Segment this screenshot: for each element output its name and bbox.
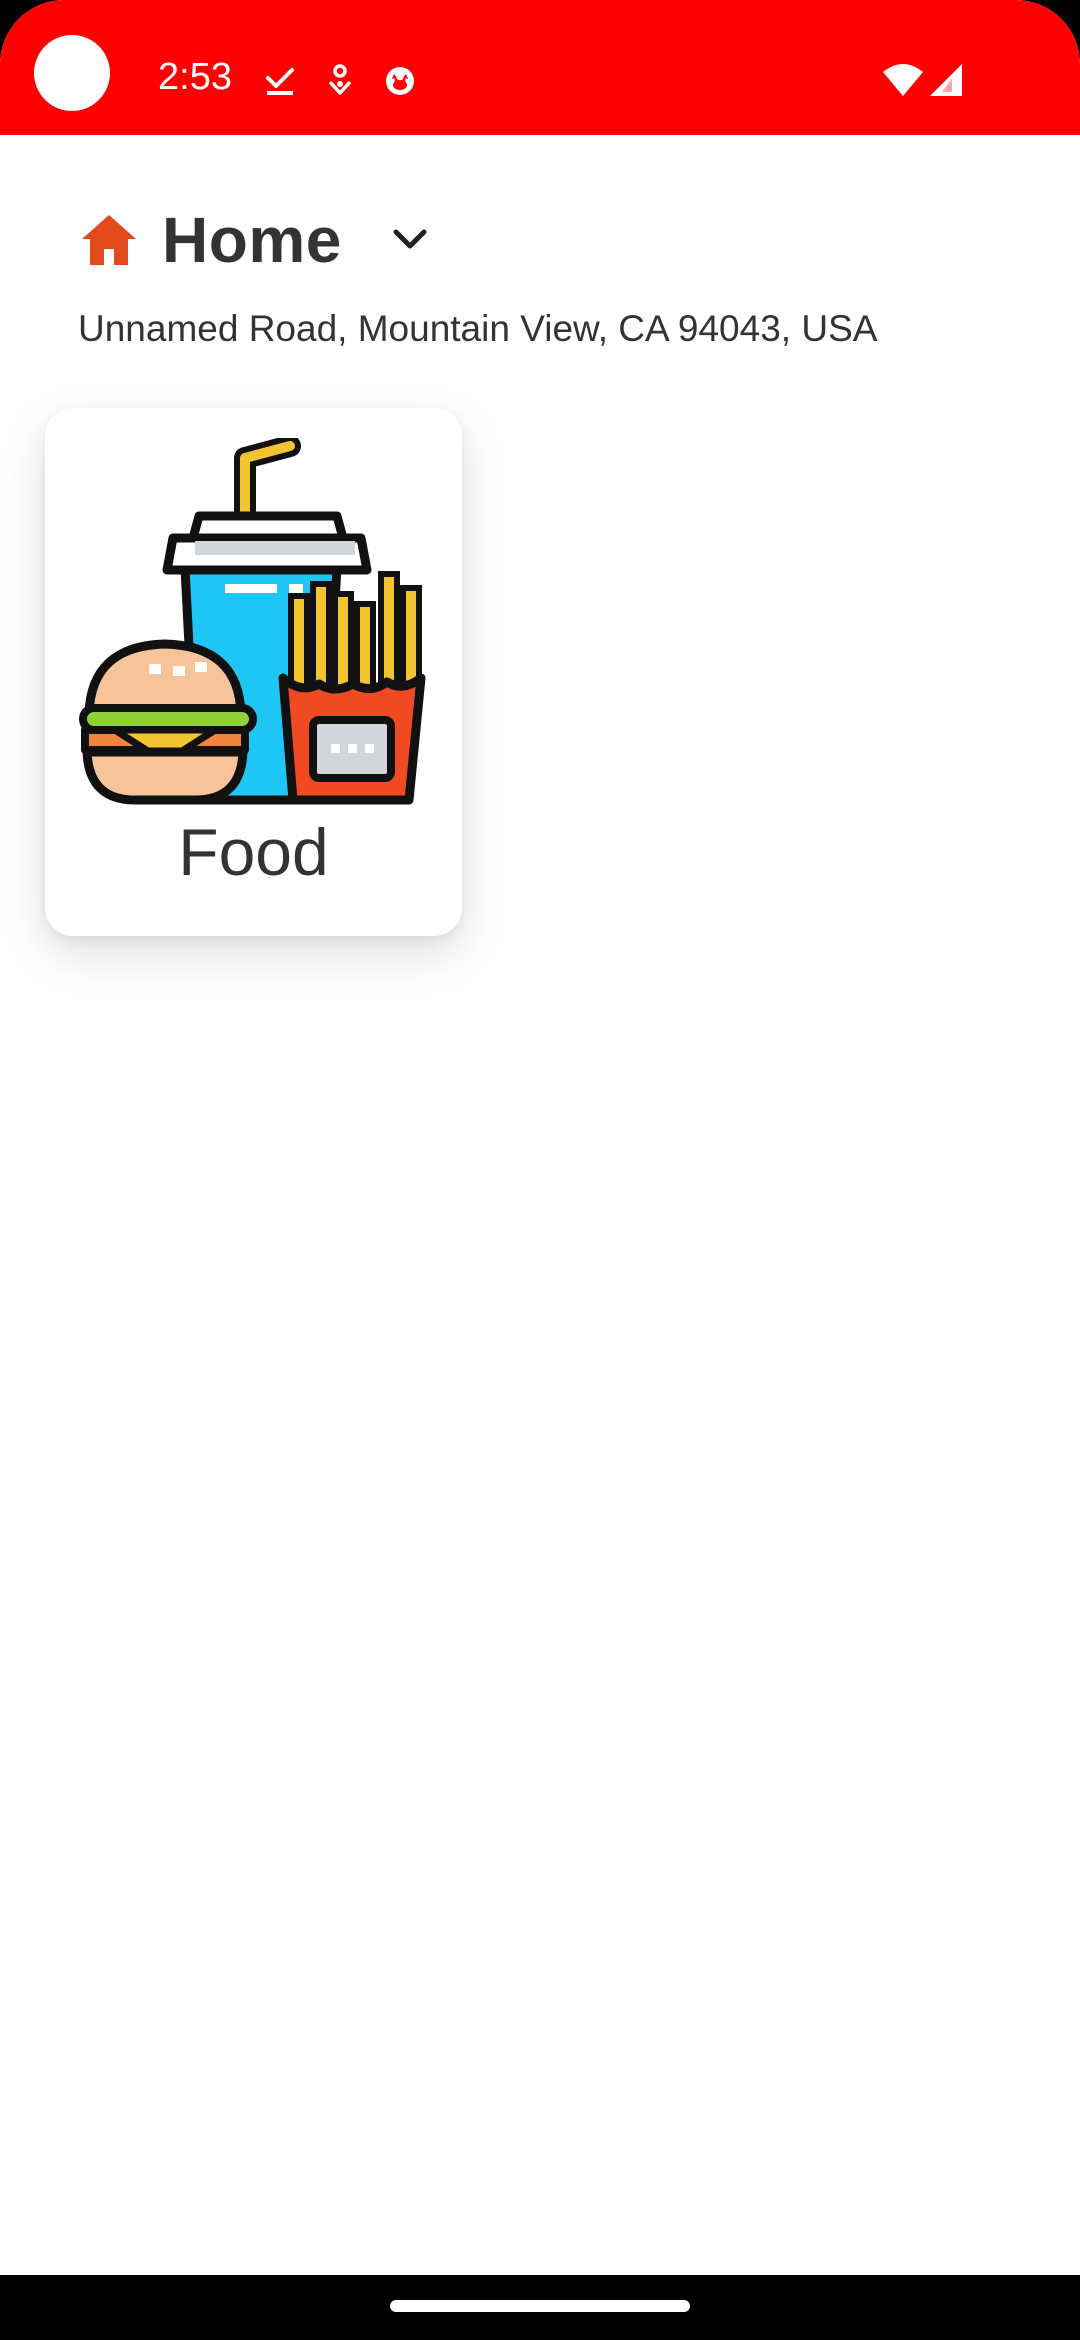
location-header[interactable]: Home xyxy=(78,200,434,280)
status-time: 2:53 xyxy=(158,56,232,98)
checkmark-download-icon xyxy=(262,62,298,98)
cell-signal-icon xyxy=(928,62,964,98)
location-pin-icon xyxy=(322,62,358,98)
cat-face-icon xyxy=(382,62,418,98)
home-icon xyxy=(78,209,140,271)
chevron-down-icon[interactable] xyxy=(386,216,434,264)
app-screen: 2:53 Home Unnamed Road, Mountain View, C… xyxy=(0,0,1080,2275)
page-title: Home xyxy=(162,204,342,276)
delivery-address: Unnamed Road, Mountain View, CA 94043, U… xyxy=(78,308,878,349)
wifi-icon xyxy=(882,62,924,98)
category-card-food[interactable]: Food xyxy=(45,408,462,936)
fast-food-illustration xyxy=(75,438,437,808)
status-bar: 2:53 xyxy=(0,0,1080,135)
category-label: Food xyxy=(178,815,329,889)
home-gesture-handle[interactable] xyxy=(390,2300,690,2312)
camera-cutout xyxy=(34,35,110,111)
